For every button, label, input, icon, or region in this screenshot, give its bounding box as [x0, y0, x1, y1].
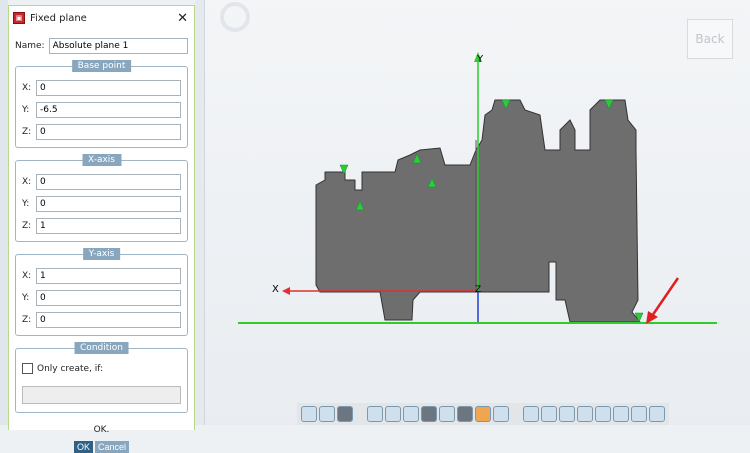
view-front-icon[interactable]: [523, 406, 539, 422]
view-toolbar: [297, 403, 669, 425]
axis-label-x: X: [272, 284, 279, 295]
view-right-icon[interactable]: [577, 406, 593, 422]
mesh-icon[interactable]: [439, 406, 455, 422]
rotate-icon[interactable]: [403, 406, 419, 422]
red-arrow-line: [650, 277, 680, 317]
cancel-button[interactable]: Cancel: [95, 441, 130, 453]
material-icon[interactable]: [475, 406, 491, 422]
axis-label-z: Z: [475, 285, 481, 295]
view-top-icon[interactable]: [595, 406, 611, 422]
shaded-edges-icon[interactable]: [337, 406, 353, 422]
measure-icon[interactable]: [421, 406, 437, 422]
view-bottom-icon[interactable]: [613, 406, 629, 422]
cube-icon[interactable]: [493, 406, 509, 422]
shaded-icon[interactable]: [319, 406, 335, 422]
zoom-fit-icon[interactable]: [385, 406, 401, 422]
scene: Y X Z: [238, 52, 717, 324]
x-axis-arrow: [282, 287, 290, 295]
status-text: OK.: [93, 425, 110, 435]
ok-button[interactable]: OK: [73, 441, 93, 453]
wireframe-icon[interactable]: [301, 406, 317, 422]
zoom-icon[interactable]: [367, 406, 383, 422]
view-left-icon[interactable]: [559, 406, 575, 422]
view-back-icon[interactable]: [541, 406, 557, 422]
section-icon[interactable]: [457, 406, 473, 422]
view-iso-icon[interactable]: [631, 406, 647, 422]
axis-label-y: Y: [476, 54, 484, 65]
more-views-chevron-icon[interactable]: [649, 406, 665, 422]
